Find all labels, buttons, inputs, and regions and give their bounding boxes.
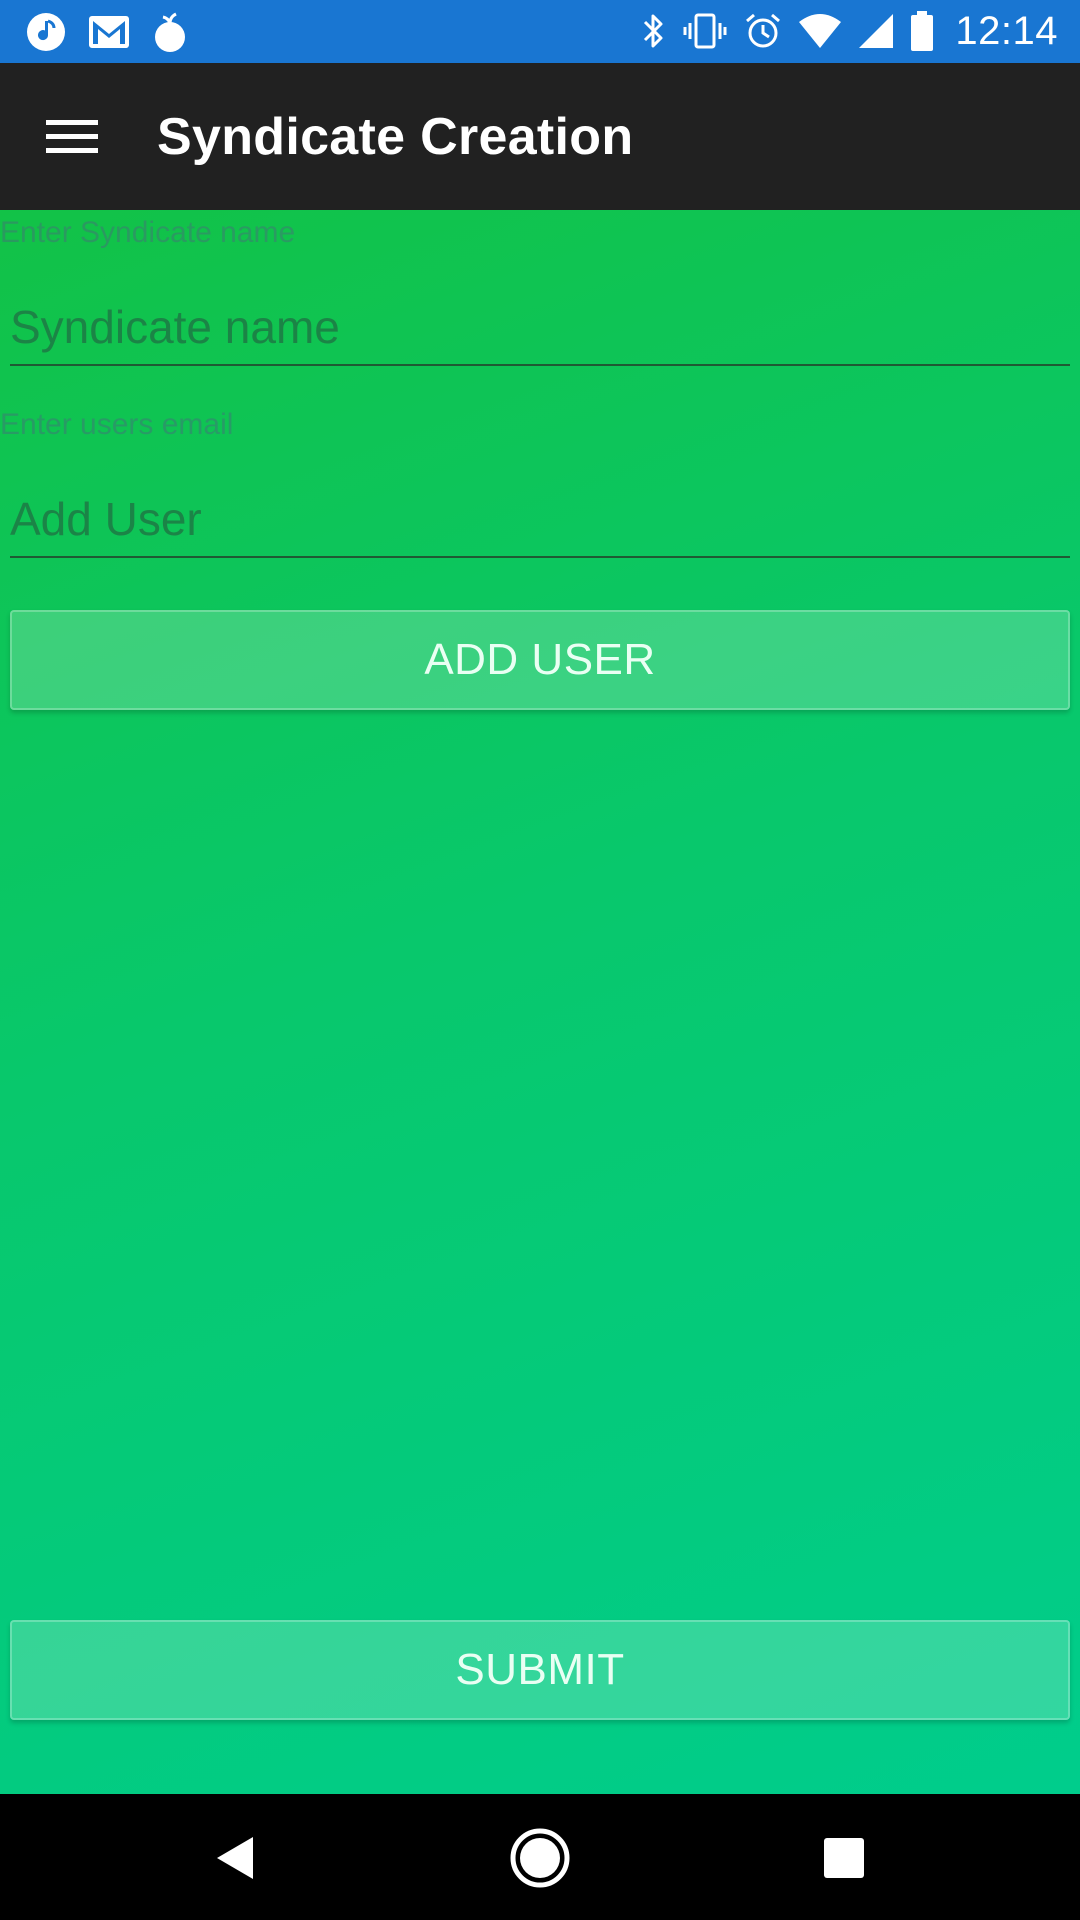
cell-signal-icon [857, 12, 895, 50]
back-icon [217, 1837, 253, 1879]
alarm-icon [743, 11, 783, 51]
syndicate-name-hint: Enter Syndicate name [0, 216, 296, 249]
page-title: Syndicate Creation [157, 108, 634, 166]
clock: 12:14 [955, 8, 1058, 53]
syndicate-name-input[interactable] [10, 296, 1070, 366]
screen: 12:14 Syndicate Creation Enter Syndicate… [0, 0, 1080, 1920]
hamburger-menu-icon [46, 120, 98, 153]
battery-icon [909, 10, 935, 52]
notification-icons [26, 10, 188, 54]
music-icon [26, 12, 66, 52]
home-icon [510, 1828, 570, 1888]
users-email-hint: Enter users email [0, 408, 234, 441]
app-bar: Syndicate Creation [0, 63, 1080, 210]
recents-button[interactable] [804, 1818, 884, 1898]
menu-button[interactable] [32, 103, 112, 171]
droplet-app-icon [152, 11, 188, 53]
add-user-button[interactable]: ADD USER [10, 610, 1070, 710]
recents-icon [824, 1838, 864, 1878]
vibrate-icon [681, 11, 729, 51]
back-button[interactable] [196, 1818, 276, 1898]
wifi-icon [797, 12, 843, 50]
submit-button[interactable]: SUBMIT [10, 1620, 1070, 1720]
navigation-bar [0, 1794, 1080, 1920]
add-user-email-input[interactable] [10, 488, 1070, 558]
status-bar: 12:14 [0, 0, 1080, 63]
bluetooth-icon [641, 11, 667, 51]
gmail-icon [88, 15, 130, 49]
syndicate-form: Enter Syndicate name Enter users email A… [0, 210, 1080, 1794]
system-icons: 12:14 [641, 8, 1058, 54]
home-button[interactable] [500, 1818, 580, 1898]
